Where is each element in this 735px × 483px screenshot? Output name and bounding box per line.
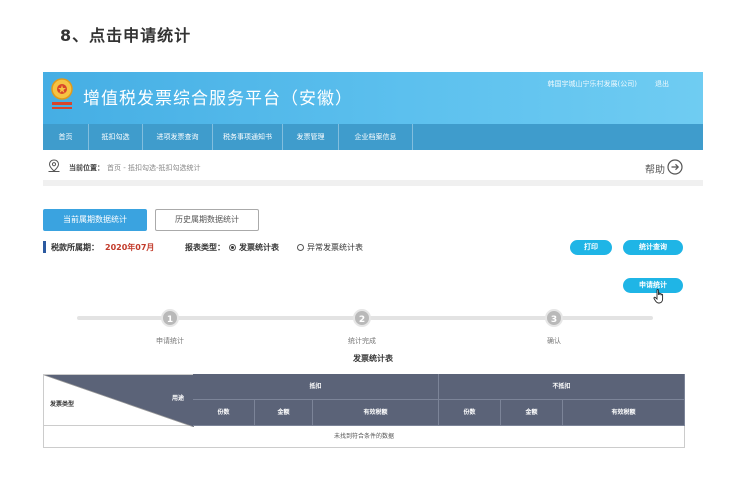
header-nodeduct-amount: 金额	[501, 400, 563, 426]
step-2-circle: 2	[353, 309, 371, 327]
arrow-right-circle-icon[interactable]	[667, 159, 683, 175]
breadcrumb: 当前位置： 首页 - 抵扣勾选-抵扣勾选统计 帮助	[43, 150, 703, 186]
header-nodeduct-tax: 有效税额	[563, 400, 685, 426]
step-1-circle: 1	[161, 309, 179, 327]
empty-row: 未找到符合条件的数据	[43, 426, 685, 448]
invoice-stat-table: 发票类型 用途 抵扣 不抵扣 份数 金额 有效税额 份数 金额 有效税额 未找到…	[43, 374, 685, 448]
radio-invoice-report-label: 发票统计表	[239, 243, 279, 252]
header-deduct-tax: 有效税额	[313, 400, 439, 426]
app-title: 增值税发票综合服务平台（安徽）	[83, 89, 353, 109]
main-nav: 首页 抵扣勾选 进项发票查询 税务事项通知书 发票管理 企业档案信息	[43, 124, 703, 150]
period-label: 税款所属期：	[51, 243, 99, 252]
header-nodeduct-count: 份数	[439, 400, 501, 426]
step-2-label: 统计完成	[348, 337, 376, 345]
step-heading: 8、点击申请统计	[60, 26, 192, 45]
user-info: 韩国宇城山宁乐村发展(公司)	[547, 80, 637, 88]
step-1-label: 申请统计	[156, 337, 184, 345]
header-deduct-count: 份数	[193, 400, 255, 426]
radio-abnormal-report-label: 异常发票统计表	[307, 243, 363, 252]
radio-invoice-report[interactable]: 发票统计表	[229, 242, 279, 253]
corner-type-label: 发票类型	[50, 401, 75, 408]
breadcrumb-path[interactable]: 首页 - 抵扣勾选-抵扣勾选统计	[107, 163, 201, 173]
logout-link[interactable]: 退出	[655, 79, 669, 89]
tab-history-period[interactable]: 历史属期数据统计	[155, 209, 259, 231]
nav-item-input-invoice-query[interactable]: 进项发票查询	[143, 124, 213, 150]
header-group-deduct: 抵扣	[193, 374, 439, 400]
tab-current-period[interactable]: 当前属期数据统计	[43, 209, 147, 231]
nav-item-enterprise-archive[interactable]: 企业档案信息	[339, 124, 413, 150]
table-title: 发票统计表	[353, 354, 393, 363]
radio-abnormal-report[interactable]: 异常发票统计表	[297, 242, 363, 253]
nav-item-tax-notice[interactable]: 税务事项通知书	[213, 124, 283, 150]
table-corner-cell: 发票类型 用途	[43, 374, 194, 427]
help-link[interactable]: 帮助	[645, 161, 665, 176]
table-header: 发票类型 用途 抵扣 不抵扣 份数 金额 有效税额 份数 金额 有效税额	[43, 374, 685, 427]
nav-item-home[interactable]: 首页	[43, 124, 89, 150]
step-3-circle: 3	[545, 309, 563, 327]
nav-item-deduction-select[interactable]: 抵扣勾选	[89, 124, 143, 150]
corner-use-label: 用途	[171, 395, 184, 402]
location-icon	[48, 159, 60, 172]
radio-unselected-icon	[297, 244, 304, 251]
period-value: 2020年07月	[105, 243, 155, 252]
nav-item-invoice-management[interactable]: 发票管理	[283, 124, 339, 150]
report-type-label: 报表类型：	[185, 243, 225, 252]
breadcrumb-label: 当前位置：	[69, 164, 104, 172]
header-group-nodeduct: 不抵扣	[439, 374, 685, 400]
section-marker	[43, 241, 46, 253]
hand-cursor-icon	[653, 289, 664, 304]
tax-emblem-icon	[51, 78, 73, 109]
header-banner: 增值税发票综合服务平台（安徽） 韩国宇城山宁乐村发展(公司) 退出	[43, 72, 703, 124]
step-3-label: 确认	[547, 337, 561, 345]
stat-query-button[interactable]: 统计查询	[623, 240, 683, 255]
app-window: 增值税发票综合服务平台（安徽） 韩国宇城山宁乐村发展(公司) 退出 首页 抵扣勾…	[43, 72, 703, 472]
print-button[interactable]: 打印	[570, 240, 612, 255]
header-deduct-amount: 金额	[255, 400, 313, 426]
radio-selected-icon	[229, 244, 236, 251]
